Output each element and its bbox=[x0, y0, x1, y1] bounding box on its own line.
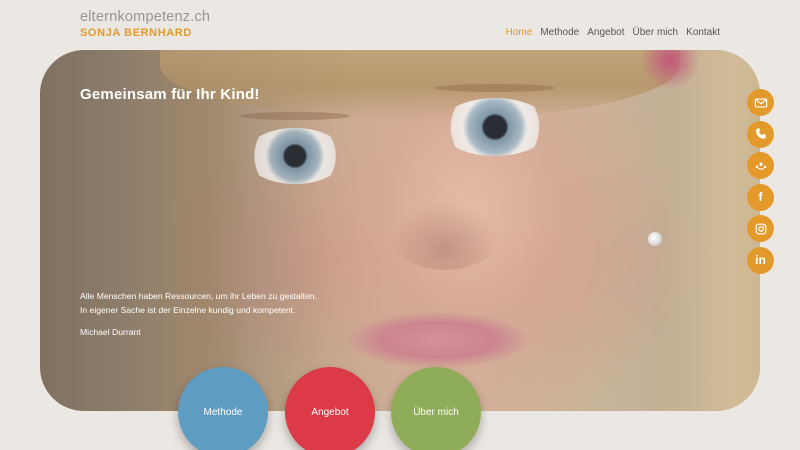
facebook-button[interactable]: f bbox=[747, 183, 774, 211]
nav-item-angebot[interactable]: Angebot bbox=[587, 27, 624, 38]
instagram-icon bbox=[755, 223, 766, 234]
ueber-mich-circle-button[interactable]: Über mich bbox=[391, 367, 481, 450]
brand-name: SONJA BERNHARD bbox=[80, 27, 192, 39]
network-icon bbox=[755, 162, 766, 170]
quote-author: Michael Durrant bbox=[80, 327, 141, 337]
facebook-icon: f bbox=[758, 190, 763, 204]
nav-item-kontakt[interactable]: Kontakt bbox=[686, 27, 720, 38]
main-nav: Home Methode Angebot Über mich Kontakt bbox=[506, 27, 720, 38]
nav-item-methode[interactable]: Methode bbox=[540, 27, 579, 38]
instagram-button[interactable] bbox=[747, 215, 774, 242]
brand-domain: elternkompetenz.ch bbox=[80, 9, 211, 25]
quote-line-2: In eigener Sache ist der Einzelne kundig… bbox=[80, 304, 296, 315]
hero-quote: Alle Menschen haben Ressourcen, um ihr L… bbox=[80, 290, 400, 317]
phone-icon bbox=[755, 128, 766, 139]
mail-icon bbox=[754, 97, 767, 108]
methode-circle-button[interactable]: Methode bbox=[178, 367, 268, 450]
phone-button[interactable] bbox=[747, 120, 774, 148]
nav-item-home[interactable]: Home bbox=[506, 27, 533, 38]
linkedin-button[interactable]: in bbox=[747, 246, 774, 274]
social-sidebar: f in bbox=[747, 89, 774, 274]
network-button[interactable] bbox=[747, 152, 774, 179]
nav-item-ueber-mich[interactable]: Über mich bbox=[633, 27, 679, 38]
linkedin-icon: in bbox=[755, 253, 766, 267]
hero-banner: Gemeinsam für Ihr Kind! Alle Menschen ha… bbox=[40, 50, 760, 411]
brand-logo[interactable]: elternkompetenz.ch SONJA BERNHARD bbox=[80, 9, 210, 39]
quote-line-1: Alle Menschen haben Ressourcen, um ihr L… bbox=[80, 291, 317, 301]
angebot-circle-button[interactable]: Angebot bbox=[285, 367, 375, 450]
hero-title: Gemeinsam für Ihr Kind! bbox=[80, 86, 260, 103]
mail-button[interactable] bbox=[747, 89, 774, 116]
